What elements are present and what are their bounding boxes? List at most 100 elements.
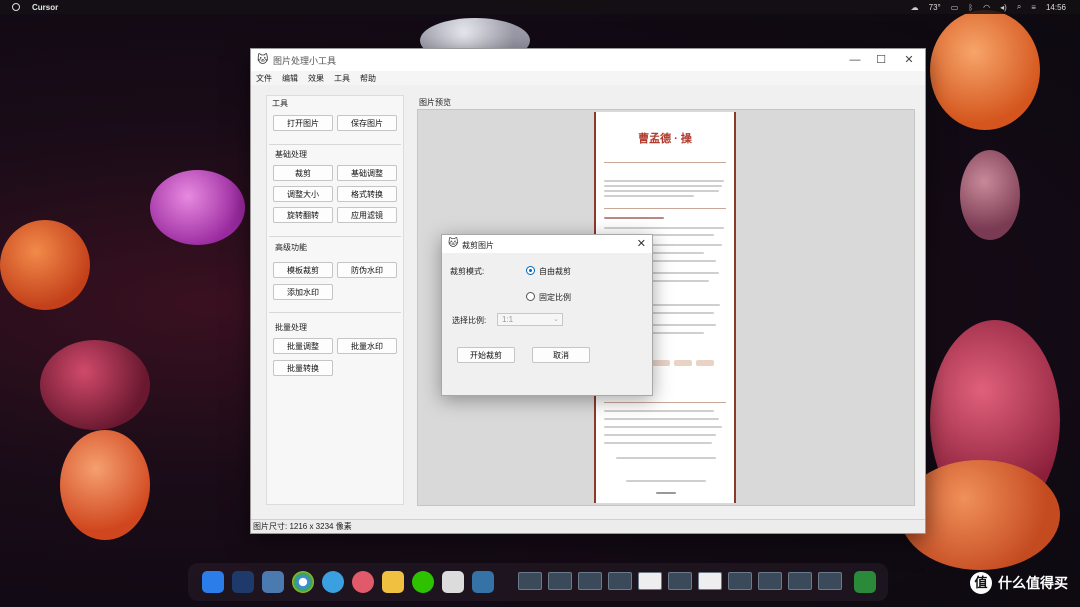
document-text-line bbox=[604, 227, 724, 229]
window-menu-bar: 文件 编辑 效果 工具 帮助 bbox=[251, 71, 925, 85]
document-text-line bbox=[604, 190, 719, 192]
document-tag bbox=[696, 360, 714, 366]
fixed-ratio-radio[interactable] bbox=[526, 292, 535, 301]
app-icon[interactable] bbox=[352, 571, 374, 593]
status-bar: 图片尺寸: 1216 x 3234 像素 bbox=[251, 519, 925, 533]
open-image-button[interactable]: 打开图片 bbox=[273, 115, 333, 131]
document-text-line bbox=[604, 195, 694, 197]
window-thumbnail[interactable] bbox=[758, 572, 782, 590]
ratio-select-value: 1:1 bbox=[502, 315, 514, 324]
menu-tools[interactable]: 工具 bbox=[329, 71, 355, 85]
template-crop-button[interactable]: 模板裁剪 bbox=[273, 262, 333, 278]
preview-app-icon[interactable] bbox=[382, 571, 404, 593]
cancel-button[interactable]: 取消 bbox=[532, 347, 590, 363]
close-button[interactable]: ✕ bbox=[895, 51, 923, 69]
batch-watermark-button[interactable]: 批量水印 bbox=[337, 338, 397, 354]
window-thumbnail[interactable] bbox=[578, 572, 602, 590]
document-text-line bbox=[616, 457, 716, 459]
wechat-icon[interactable] bbox=[412, 571, 434, 593]
window-titlebar[interactable]: 🐱 图片处理小工具 — ☐ ✕ bbox=[251, 49, 925, 71]
window-thumbnail[interactable] bbox=[698, 572, 722, 590]
document-text-line bbox=[604, 410, 714, 412]
document-text-line bbox=[604, 185, 722, 187]
image-size-status: 图片尺寸: 1216 x 3234 像素 bbox=[253, 522, 352, 531]
menu-file[interactable]: 文件 bbox=[251, 71, 277, 85]
free-crop-radio[interactable] bbox=[526, 266, 535, 275]
wifi-icon[interactable]: ◠ bbox=[983, 3, 990, 12]
status-area: ☁ 73° ▭ ᛒ ◠ ◂) ⌕ ≡ 14:56 bbox=[911, 0, 1066, 14]
group-label-basic: 基础处理 bbox=[275, 150, 307, 159]
wallpaper-blob bbox=[40, 340, 150, 430]
chrome-icon[interactable] bbox=[292, 571, 314, 593]
window-thumbnail[interactable] bbox=[728, 572, 752, 590]
app-icon[interactable] bbox=[442, 571, 464, 593]
minimize-button[interactable]: — bbox=[841, 51, 869, 69]
window-thumbnail[interactable] bbox=[668, 572, 692, 590]
trash-icon[interactable] bbox=[854, 571, 876, 593]
free-crop-label[interactable]: 自由裁剪 bbox=[539, 266, 571, 277]
batch-adjust-button[interactable]: 批量调整 bbox=[273, 338, 333, 354]
format-convert-button[interactable]: 格式转换 bbox=[337, 186, 397, 202]
document-signature bbox=[656, 492, 676, 494]
ratio-select[interactable]: 1:1 ⌄ bbox=[497, 313, 563, 326]
control-center-icon[interactable]: ≡ bbox=[1031, 3, 1036, 12]
add-watermark-button[interactable]: 添加水印 bbox=[273, 284, 333, 300]
chevron-down-icon: ⌄ bbox=[553, 316, 559, 323]
document-text-line bbox=[604, 180, 724, 182]
weather-icon[interactable]: ☁ bbox=[911, 3, 919, 12]
search-icon[interactable]: ⌕ bbox=[1017, 2, 1021, 12]
notes-icon[interactable] bbox=[262, 571, 284, 593]
dialog-cat-icon: 🐱 bbox=[448, 238, 459, 249]
document-rule bbox=[604, 162, 726, 163]
document-tag bbox=[674, 360, 692, 366]
dialog-title: 裁剪图片 bbox=[462, 241, 494, 250]
battery-icon[interactable]: ▭ bbox=[951, 3, 959, 12]
wallpaper-blob bbox=[930, 10, 1040, 130]
divider bbox=[269, 144, 401, 145]
python-icon[interactable] bbox=[472, 571, 494, 593]
apply-filter-button[interactable]: 应用滤镜 bbox=[337, 207, 397, 223]
basic-adjust-button[interactable]: 基础调整 bbox=[337, 165, 397, 181]
document-text-line bbox=[604, 442, 712, 444]
document-title: 曹孟德 · 操 bbox=[638, 133, 692, 145]
vscode-icon[interactable] bbox=[322, 571, 344, 593]
launchpad-icon[interactable] bbox=[232, 571, 254, 593]
menu-help[interactable]: 帮助 bbox=[355, 71, 381, 85]
fixed-ratio-label[interactable]: 固定比例 bbox=[539, 292, 571, 303]
watermark-text: 什么值得买 bbox=[998, 575, 1068, 591]
wallpaper-blob bbox=[60, 430, 150, 540]
batch-convert-button[interactable]: 批量转换 bbox=[273, 360, 333, 376]
window-thumbnail[interactable] bbox=[548, 572, 572, 590]
preview-label: 图片预览 bbox=[419, 98, 451, 107]
window-thumbnail[interactable] bbox=[638, 572, 662, 590]
resize-button[interactable]: 调整大小 bbox=[273, 186, 333, 202]
dialog-titlebar[interactable]: 🐱 裁剪图片 ✕ bbox=[442, 235, 652, 253]
maximize-button[interactable]: ☐ bbox=[867, 51, 895, 69]
crop-button[interactable]: 裁剪 bbox=[273, 165, 333, 181]
taskbar-dock bbox=[188, 563, 888, 601]
wallpaper-blob bbox=[0, 220, 90, 310]
divider bbox=[269, 236, 401, 237]
dialog-close-icon[interactable]: ✕ bbox=[637, 237, 646, 250]
document-text-line bbox=[604, 434, 716, 436]
finder-icon[interactable] bbox=[202, 571, 224, 593]
watermark-logo: 值 bbox=[970, 572, 992, 594]
group-label-batch: 批量处理 bbox=[275, 323, 307, 332]
window-thumbnail[interactable] bbox=[818, 572, 842, 590]
menu-effects[interactable]: 效果 bbox=[303, 71, 329, 85]
active-app-name[interactable]: Cursor bbox=[32, 3, 58, 12]
menu-edit[interactable]: 编辑 bbox=[277, 71, 303, 85]
site-watermark: 值 什么值得买 bbox=[970, 572, 1068, 594]
window-thumbnail[interactable] bbox=[788, 572, 812, 590]
window-thumbnail[interactable] bbox=[518, 572, 542, 590]
bluetooth-icon[interactable]: ᛒ bbox=[968, 3, 973, 12]
save-image-button[interactable]: 保存图片 bbox=[337, 115, 397, 131]
volume-icon[interactable]: ◂) bbox=[1000, 3, 1007, 12]
rotate-flip-button[interactable]: 旋转翻转 bbox=[273, 207, 333, 223]
start-crop-button[interactable]: 开始裁剪 bbox=[457, 347, 515, 363]
window-thumbnail[interactable] bbox=[608, 572, 632, 590]
anti-watermark-button[interactable]: 防伪水印 bbox=[337, 262, 397, 278]
crop-dialog: 🐱 裁剪图片 ✕ 裁剪模式: 自由裁剪 固定比例 选择比例: 1:1 ⌄ 开始裁… bbox=[441, 234, 653, 396]
divider bbox=[269, 312, 401, 313]
system-logo-icon[interactable] bbox=[12, 3, 20, 11]
